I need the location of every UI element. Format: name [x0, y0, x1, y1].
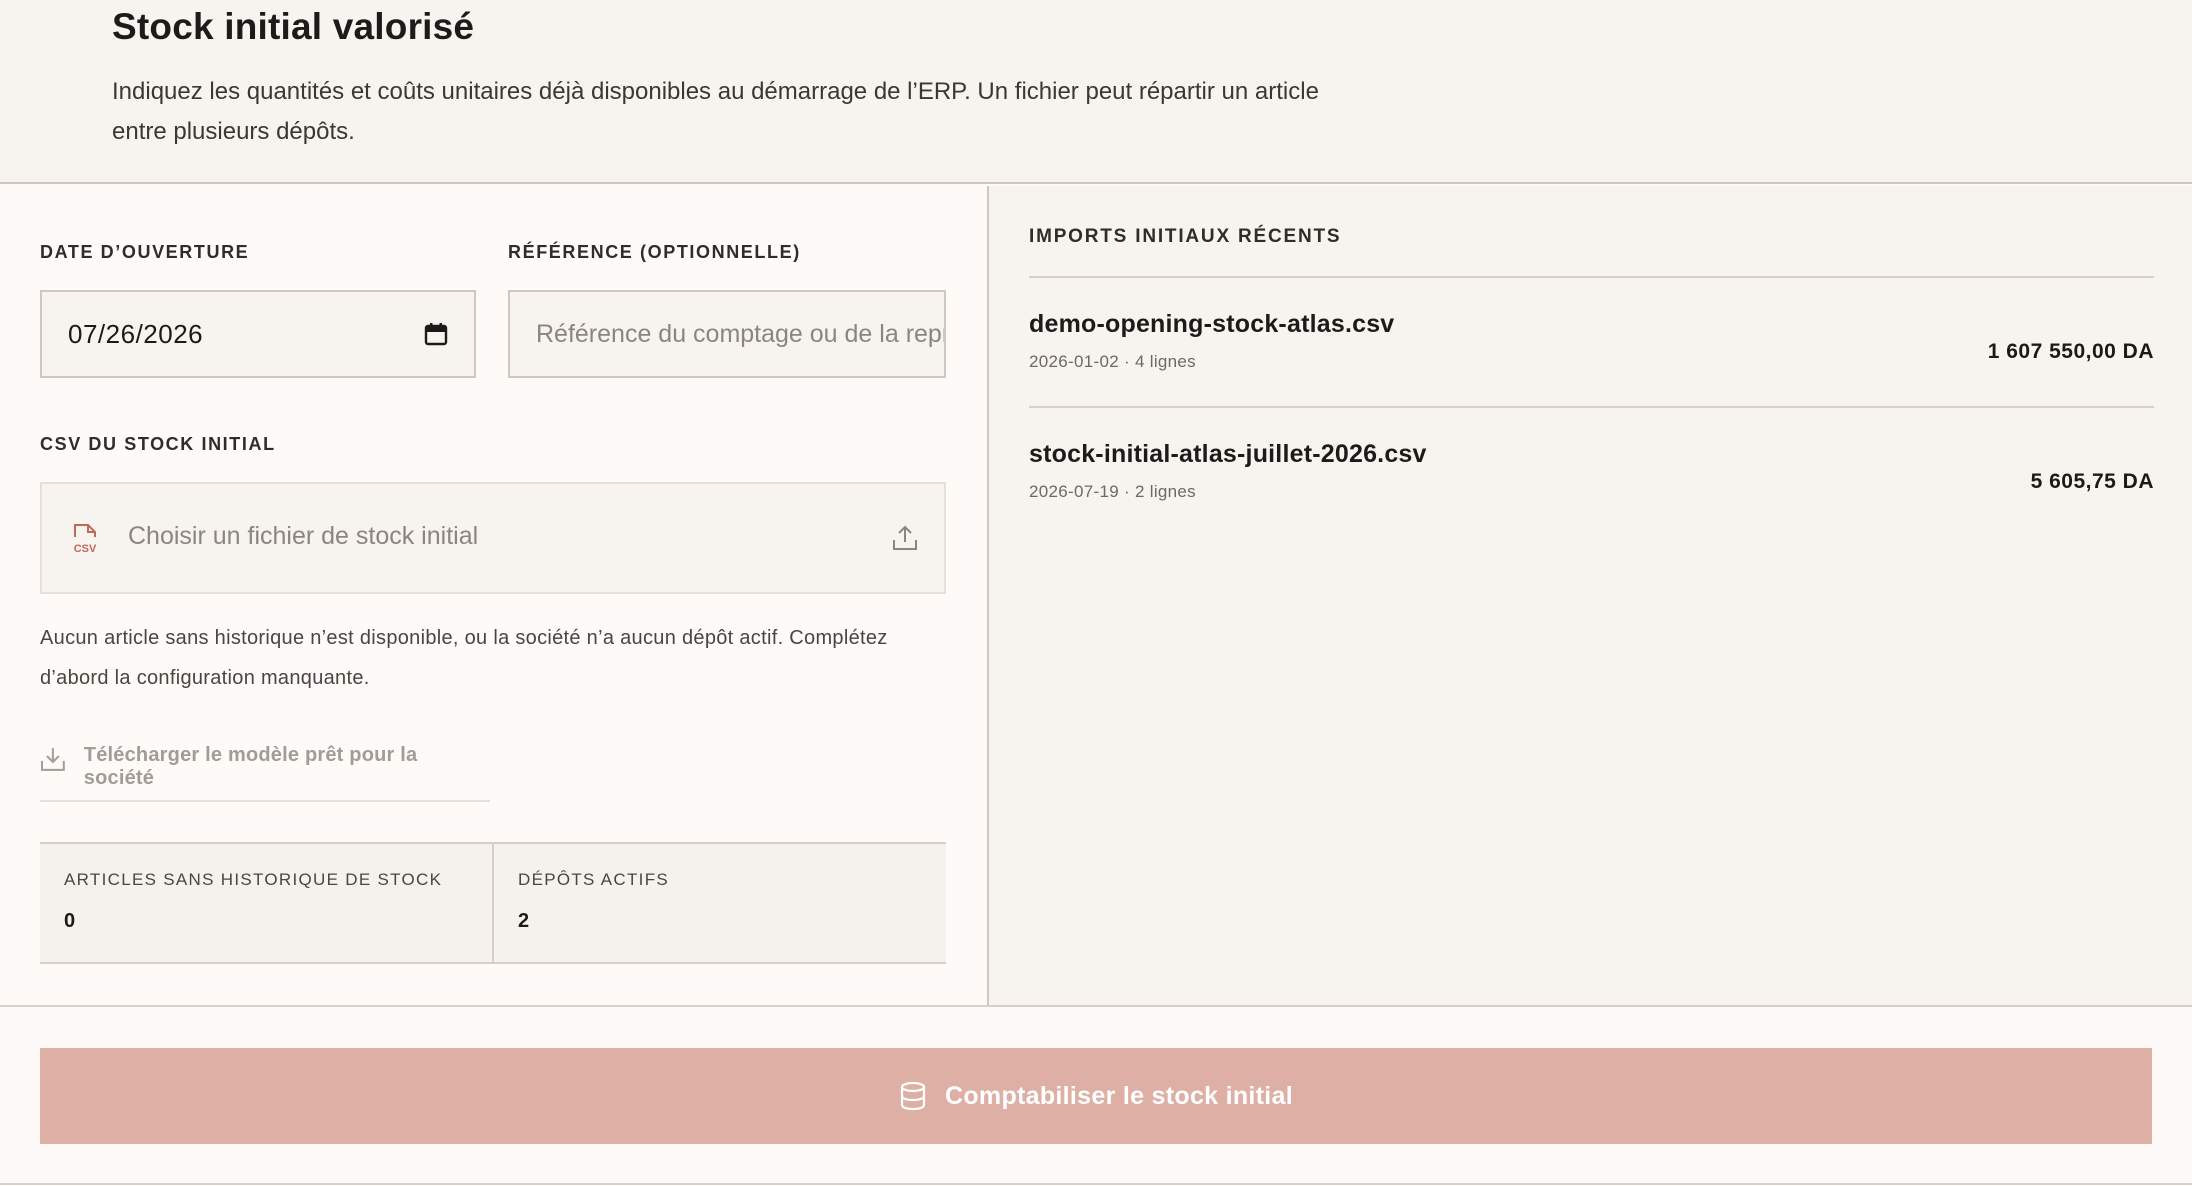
csv-label: CSV du stock initial [40, 434, 276, 454]
stat-articles-without-history: Articles sans historique de stock 0 [40, 844, 492, 962]
stat-label: Articles sans historique de stock [64, 870, 443, 889]
stats-panel: Articles sans historique de stock 0 Dépô… [40, 842, 946, 964]
page-description: Indiquez les quantités et coûts unitaire… [112, 78, 1319, 145]
import-amount: 1 607 550,00 DA [1987, 340, 2154, 363]
divider [0, 1183, 2192, 1185]
divider [1029, 276, 2154, 278]
import-item: stock-initial-atlas-juillet-2026.csv 202… [1029, 440, 2154, 530]
stat-label: Dépôts actifs [518, 870, 670, 889]
csv-file-picker[interactable]: CSV Choisir un fichier de stock initial [40, 482, 946, 594]
opening-stock-form: Date d’ouverture Référence (optionnelle)… [0, 186, 987, 1006]
file-placeholder: Choisir un fichier de stock initial [128, 522, 479, 550]
page-title: Stock initial valorisé [112, 6, 475, 47]
import-filename: stock-initial-atlas-juillet-2026.csv [1029, 440, 1427, 468]
calendar-icon[interactable] [424, 322, 448, 346]
page-header: Stock initial valorisé Indiquez les quan… [0, 0, 2192, 184]
stat-value: 2 [518, 910, 530, 932]
opening-date-input[interactable]: 07/26/2026 [40, 290, 476, 378]
upload-icon [893, 525, 917, 550]
reference-placeholder: Référence du comptage ou de la reprise [536, 319, 944, 348]
reference-input[interactable]: Référence du comptage ou de la reprise [508, 290, 946, 378]
download-template-link[interactable]: Télécharger le modèle prêt pour la socié… [40, 744, 490, 802]
stat-value: 0 [64, 910, 76, 932]
post-opening-stock-button[interactable]: Comptabiliser le stock initial [40, 1048, 2152, 1144]
recent-imports-panel: Imports initiaux récents demo-opening-st… [987, 186, 2192, 1006]
recent-imports-title: Imports initiaux récents [1029, 226, 1342, 247]
download-template-label: Télécharger le modèle prêt pour la socié… [83, 744, 418, 789]
import-amount: 5 605,75 DA [2030, 470, 2154, 493]
divider [1029, 406, 2154, 408]
import-filename: demo-opening-stock-atlas.csv [1029, 310, 1395, 338]
import-meta: 2026-07-19 · 2 lignes [1029, 482, 1196, 501]
import-meta: 2026-01-02 · 4 lignes [1029, 352, 1196, 371]
stat-active-depots: Dépôts actifs 2 [492, 844, 946, 962]
divider [0, 1005, 2192, 1007]
submit-label: Comptabiliser le stock initial [945, 1081, 1293, 1110]
opening-date-value: 07/26/2026 [68, 318, 204, 349]
csv-file-icon: CSV [74, 524, 97, 555]
import-item: demo-opening-stock-atlas.csv 2026-01-02 … [1029, 310, 2154, 400]
download-icon [40, 748, 65, 771]
missing-config-notice: Aucun article sans historique n’est disp… [40, 627, 888, 689]
reference-label: Référence (optionnelle) [508, 242, 801, 262]
csv-icon-text: CSV [74, 543, 97, 555]
database-icon [900, 1081, 926, 1111]
opening-date-label: Date d’ouverture [40, 242, 250, 262]
